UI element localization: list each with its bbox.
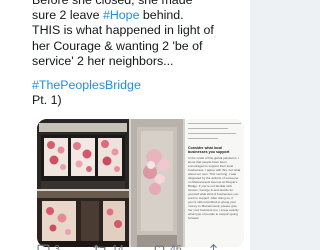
tweet-line-1: Before she closed, she made (32, 0, 193, 7)
tweet-line-2-end: behind. (139, 8, 184, 23)
door-wreath-photo[interactable] (131, 119, 183, 247)
panel-divider (188, 128, 228, 129)
like-action[interactable]: 46 (153, 241, 182, 250)
share-icon (208, 243, 219, 250)
tweet-media-grid[interactable]: Consider what local businesses you suppo… (37, 119, 244, 247)
storefront-window-photo[interactable] (37, 119, 129, 189)
text-screenshot-panel[interactable]: Consider what local businesses you suppo… (185, 119, 244, 247)
panel-title: Consider what local businesses you suppo… (188, 146, 230, 155)
panel-divider (188, 133, 236, 134)
panel-divider (188, 123, 241, 124)
storefront-window-image (37, 119, 129, 189)
hashtag-hope-link[interactable]: #Hope (103, 8, 140, 22)
storefront-night-photo[interactable] (37, 191, 129, 247)
tweet-body: Before she closed, she made sure 2 leave… (32, 0, 246, 108)
retweet-count: 14 (112, 243, 124, 250)
like-icon (154, 244, 165, 250)
panel-divider (188, 138, 218, 139)
reply-icon (37, 244, 50, 250)
hashtag-peoples-bridge-link[interactable]: #ThePeoplesBridge (32, 78, 246, 93)
tweet-line-4: her Courage & wanting 2 'be of (32, 38, 203, 53)
retweet-action[interactable]: 14 (93, 241, 124, 250)
tweet-line-5: service' 2 her neighbors... (32, 53, 174, 68)
panel-body-text: In the midst of this global pandemic, I … (188, 156, 241, 220)
tweet-part-label: Pt. 1) (32, 93, 62, 108)
tweet-action-bar: 3 14 46 (37, 241, 247, 250)
tweet-line-3: THIS is what happened in light of (32, 23, 214, 38)
reply-action[interactable]: 3 (37, 241, 60, 250)
tweet-line-2: sure 2 leave #Hope behind. (32, 8, 246, 23)
tweet-card: Before she closed, she made sure 2 leave… (0, 0, 250, 250)
like-count: 46 (170, 243, 182, 250)
retweet-icon (93, 244, 106, 250)
reply-count: 3 (54, 243, 60, 250)
share-action[interactable] (207, 241, 220, 250)
storefront-night-image (37, 191, 129, 247)
door-wreath-image (131, 119, 183, 247)
tweet-line-2-start: sure 2 leave (32, 8, 103, 23)
